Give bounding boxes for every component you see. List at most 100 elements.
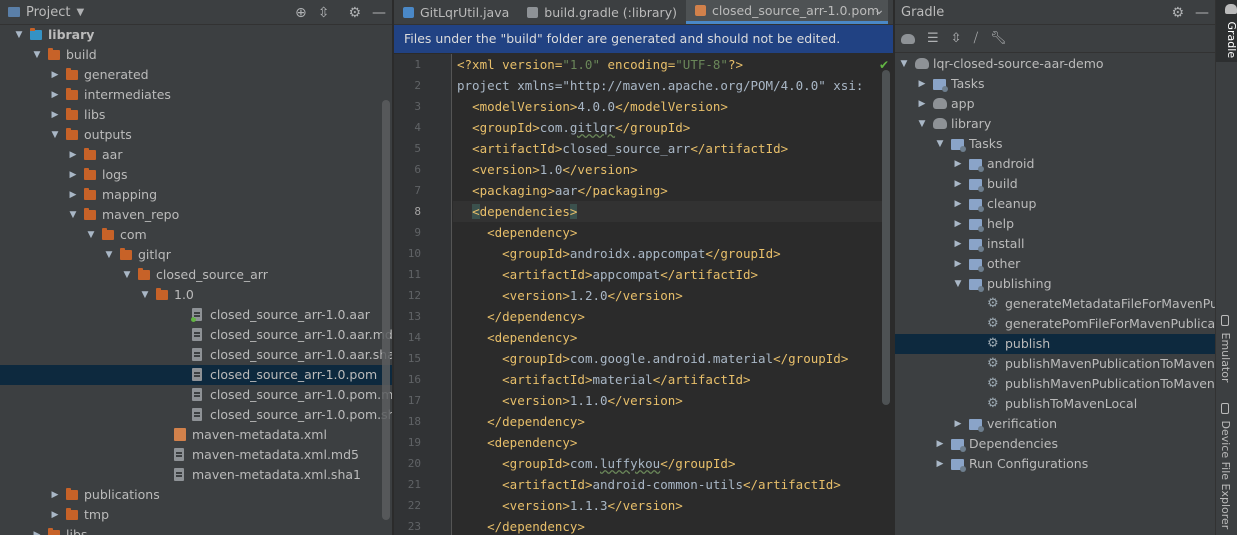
project-tree-item[interactable]: ▼ build: [0, 45, 392, 65]
project-tree-item[interactable]: closed_source_arr-1.0.aar: [0, 305, 392, 325]
project-tree-item[interactable]: ▶ generated: [0, 65, 392, 85]
gradle-tree-item[interactable]: ⚙ publishToMavenLocal: [895, 394, 1215, 414]
project-panel-title[interactable]: Project: [26, 5, 70, 20]
editor-tab[interactable]: build.gradle (:library): [518, 0, 686, 24]
editor-tab[interactable]: closed_source_arr-1.0.pom: [685, 0, 889, 24]
gradle-tree-item[interactable]: ⚙ generateMetadataFileForMavenPubl: [895, 294, 1215, 314]
collapse-all-icon[interactable]: ⇳: [318, 5, 330, 21]
collapse-all-icon[interactable]: ⇳: [951, 31, 962, 46]
gradle-tree-item[interactable]: ▼ publishing: [895, 274, 1215, 294]
gear-icon[interactable]: ⚙: [348, 5, 361, 21]
project-tree-item[interactable]: maven-metadata.xml: [0, 425, 392, 445]
project-tree-item[interactable]: ▶ aar: [0, 145, 392, 165]
gradle-tree-item[interactable]: ▼ lqr-closed-source-aar-demo: [895, 54, 1215, 74]
chevron-right-icon[interactable]: ▶: [68, 145, 78, 165]
chevron-right-icon[interactable]: ▶: [953, 174, 963, 194]
chevron-right-icon[interactable]: ▶: [953, 234, 963, 254]
project-tree-item[interactable]: maven-metadata.xml.sha1: [0, 465, 392, 485]
chevron-down-icon[interactable]: ▼: [50, 125, 60, 145]
project-tree-item[interactable]: ▶ logs: [0, 165, 392, 185]
gradle-tree-item[interactable]: ▶ Tasks: [895, 74, 1215, 94]
gradle-tree-item[interactable]: ▼ Tasks: [895, 134, 1215, 154]
project-tree-item[interactable]: closed_source_arr-1.0.pom.sha1: [0, 405, 392, 425]
code-line[interactable]: </dependency>: [453, 516, 883, 535]
project-tree-item[interactable]: ▼ com: [0, 225, 392, 245]
project-tree-item[interactable]: ▶ tmp: [0, 505, 392, 525]
code-line[interactable]: <?xml version="1.0" encoding="UTF-8"?>: [453, 54, 883, 75]
expand-all-icon[interactable]: ☰: [927, 31, 939, 46]
gradle-tree-item[interactable]: ▶ app: [895, 94, 1215, 114]
gradle-tree-item[interactable]: ⚙ publish: [895, 334, 1215, 354]
gradle-tree-item[interactable]: ▶ other: [895, 254, 1215, 274]
code-line[interactable]: <dependency>: [453, 327, 883, 348]
chevron-right-icon[interactable]: ▶: [50, 85, 60, 105]
code-line[interactable]: <version>1.0</version>: [453, 159, 883, 180]
code-line[interactable]: <groupId>com.luffykou</groupId>: [453, 453, 883, 474]
gear-icon[interactable]: ⚙: [1171, 5, 1184, 21]
chevron-down-icon[interactable]: ▼: [140, 285, 150, 305]
hide-panel-icon[interactable]: —: [372, 5, 386, 21]
chevron-down-icon[interactable]: ▼: [122, 265, 132, 285]
gradle-tree-item[interactable]: ▶ android: [895, 154, 1215, 174]
chevron-right-icon[interactable]: ▶: [32, 525, 42, 535]
project-tree-item[interactable]: closed_source_arr-1.0.pom: [0, 365, 392, 385]
code-line[interactable]: <artifactId>material</artifactId>: [453, 369, 883, 390]
project-tree-item[interactable]: maven-metadata.xml.md5: [0, 445, 392, 465]
project-tree-item[interactable]: ▼ gitlqr: [0, 245, 392, 265]
project-tree-item[interactable]: ▼ maven_repo: [0, 205, 392, 225]
editor-tab[interactable]: GitLqrUtil.java: [394, 0, 518, 24]
gradle-tree-item[interactable]: ▶ Dependencies: [895, 434, 1215, 454]
gradle-tool-tab[interactable]: Gradle: [1216, 0, 1237, 62]
chevron-right-icon[interactable]: ▶: [935, 434, 945, 454]
chevron-down-icon[interactable]: ▼: [14, 25, 24, 45]
project-tree-item[interactable]: closed_source_arr-1.0.pom.md5: [0, 385, 392, 405]
code-line[interactable]: <groupId>com.google.android.material</gr…: [453, 348, 883, 369]
project-tree-item[interactable]: ▼ closed_source_arr: [0, 265, 392, 285]
code-line[interactable]: <artifactId>android-common-utils</artifa…: [453, 474, 883, 495]
code-line[interactable]: <dependencies>: [453, 201, 883, 222]
chevron-down-icon[interactable]: ▼: [86, 225, 96, 245]
chevron-down-icon[interactable]: ▼: [899, 54, 909, 74]
chevron-right-icon[interactable]: ▶: [50, 505, 60, 525]
code-line[interactable]: <dependency>: [453, 222, 883, 243]
code-line[interactable]: <packaging>aar</packaging>: [453, 180, 883, 201]
code-line[interactable]: <artifactId>closed_source_arr</artifactI…: [453, 138, 883, 159]
code-line[interactable]: <version>1.1.3</version>: [453, 495, 883, 516]
chevron-right-icon[interactable]: ▶: [953, 154, 963, 174]
chevron-right-icon[interactable]: ▶: [68, 185, 78, 205]
chevron-right-icon[interactable]: ▶: [917, 74, 927, 94]
chevron-right-icon[interactable]: ▶: [68, 165, 78, 185]
chevron-right-icon[interactable]: ▶: [917, 94, 927, 114]
locate-icon[interactable]: ⊕: [295, 5, 307, 21]
editor-scrollbar[interactable]: [882, 70, 890, 405]
gradle-tree-item[interactable]: ⚙ publishMavenPublicationToMavenLo: [895, 354, 1215, 374]
chevron-right-icon[interactable]: ▶: [50, 65, 60, 85]
chevron-right-icon[interactable]: ▶: [953, 414, 963, 434]
code-line[interactable]: <artifactId>appcompat</artifactId>: [453, 264, 883, 285]
elephant-icon[interactable]: [901, 33, 915, 44]
chevron-down-icon[interactable]: ▼: [917, 114, 927, 134]
device-file-explorer-tool-tab[interactable]: Device File Explorer: [1219, 403, 1232, 529]
code-line[interactable]: <version>1.1.0</version>: [453, 390, 883, 411]
gradle-tree-item[interactable]: ▶ verification: [895, 414, 1215, 434]
code-line[interactable]: <version>1.2.0</version>: [453, 285, 883, 306]
gradle-tree-item[interactable]: ▶ cleanup: [895, 194, 1215, 214]
gradle-tree-item[interactable]: ▶ Run Configurations: [895, 454, 1215, 474]
code-line[interactable]: </dependency>: [453, 411, 883, 432]
project-tree-item[interactable]: ▼ library: [0, 25, 392, 45]
chevron-right-icon[interactable]: ▶: [953, 254, 963, 274]
gradle-tree-item[interactable]: ▼ library: [895, 114, 1215, 134]
project-tree-item[interactable]: ▶ mapping: [0, 185, 392, 205]
gradle-tree-item[interactable]: ⚙ publishMavenPublicationToMavenRe: [895, 374, 1215, 394]
tab-list-icon[interactable]: ⌄: [873, 2, 885, 18]
project-tree-item[interactable]: ▶ publications: [0, 485, 392, 505]
chevron-right-icon[interactable]: ▶: [953, 194, 963, 214]
chevron-down-icon[interactable]: ▼: [953, 274, 963, 294]
hide-panel-icon[interactable]: —: [1195, 5, 1209, 21]
chevron-right-icon[interactable]: ▶: [953, 214, 963, 234]
project-scrollbar[interactable]: [382, 100, 390, 520]
chevron-down-icon[interactable]: ▼: [935, 134, 945, 154]
code-line[interactable]: <groupId>com.gitlqr</groupId>: [453, 117, 883, 138]
project-tree-item[interactable]: ▼ outputs: [0, 125, 392, 145]
code-line[interactable]: <groupId>androidx.appcompat</groupId>: [453, 243, 883, 264]
